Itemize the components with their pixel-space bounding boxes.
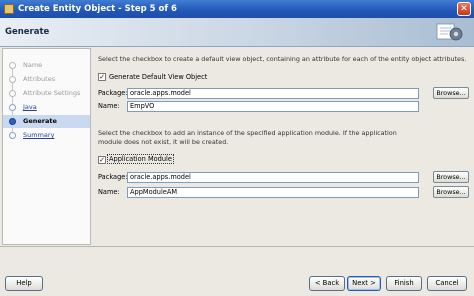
finish-button[interactable]: Finish [386, 276, 422, 291]
application-module-label[interactable]: Application Module [107, 154, 174, 164]
help-button[interactable]: Help [5, 276, 43, 291]
step-generate: Generate [3, 115, 90, 128]
step-indicator-icon [9, 132, 16, 139]
step-java[interactable]: Java [3, 101, 90, 114]
step-label: Attribute Settings [23, 89, 81, 97]
package-label: Package: [98, 173, 128, 181]
gear-icon [436, 23, 463, 41]
section2-description-line2: module does not exist, it will be create… [98, 138, 229, 146]
wizard-steps-panel: Name Attributes Attribute Settings Java … [2, 48, 91, 245]
section1-description: Select the checkbox to create a default … [98, 55, 467, 63]
app-icon [4, 4, 14, 14]
app-module-package-input[interactable]: oracle.apps.model [127, 172, 419, 183]
view-object-package-input[interactable]: oracle.apps.model [127, 88, 419, 99]
view-object-browse-button[interactable]: Browse... [433, 87, 469, 99]
step-name: Name [3, 59, 90, 72]
step-indicator-icon [9, 104, 16, 111]
generate-default-view-object-checkbox[interactable]: ✓ [98, 73, 106, 81]
app-module-name-browse-button[interactable]: Browse... [433, 186, 469, 198]
generate-default-view-object-label[interactable]: Generate Default View Object [109, 73, 207, 81]
step-label[interactable]: Java [23, 103, 37, 111]
step-indicator-icon [9, 62, 16, 69]
wizard-header: Generate [0, 18, 474, 47]
step-indicator-icon [9, 76, 16, 83]
view-object-name-input[interactable]: EmpVO [127, 101, 419, 112]
app-module-name-input[interactable]: AppModuleAM [127, 187, 419, 198]
main-content: Select the checkbox to create a default … [93, 48, 471, 245]
page-title: Generate [5, 27, 50, 37]
step-attributes: Attributes [3, 73, 90, 86]
application-module-checkbox[interactable]: ✓ [98, 156, 106, 164]
package-label: Package: [98, 89, 128, 97]
step-label: Name [23, 61, 43, 69]
next-button[interactable]: Next > [347, 276, 381, 291]
step-summary[interactable]: Summary [3, 129, 90, 142]
step-label: Generate [23, 117, 57, 125]
back-button[interactable]: < Back [309, 276, 345, 291]
window-title: Create Entity Object - Step 5 of 6 [18, 4, 177, 14]
name-label: Name: [98, 188, 120, 196]
title-bar: Create Entity Object - Step 5 of 6 ✕ [0, 0, 474, 18]
close-icon[interactable]: ✕ [457, 2, 471, 16]
step-indicator-icon [9, 118, 16, 125]
section2-description-line1: Select the checkbox to add an instance o… [98, 129, 397, 137]
step-label: Attributes [23, 75, 56, 83]
footer-divider [0, 246, 474, 247]
app-module-package-browse-button[interactable]: Browse... [433, 171, 469, 183]
step-label[interactable]: Summary [23, 131, 54, 139]
step-attribute-settings: Attribute Settings [3, 87, 90, 100]
step-indicator-icon [9, 90, 16, 97]
cancel-button[interactable]: Cancel [427, 276, 467, 291]
name-label: Name: [98, 102, 120, 110]
